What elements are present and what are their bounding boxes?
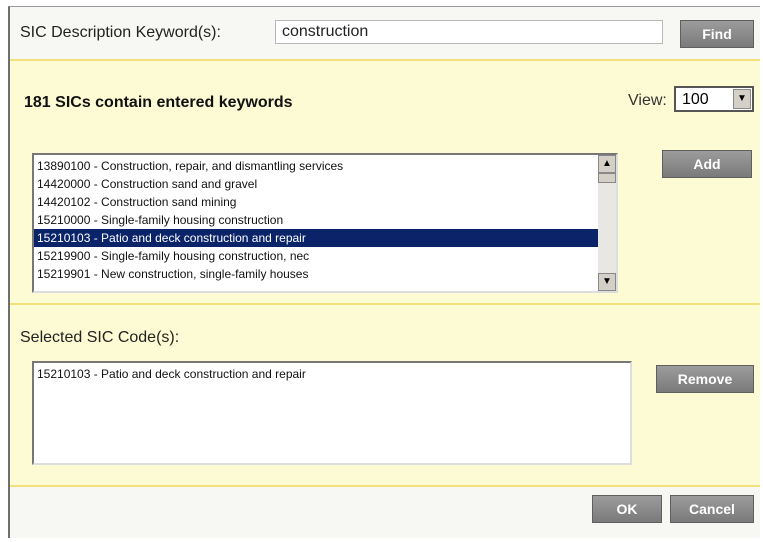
selected-codes-listbox[interactable]: 15210103 - Patio and deck construction a… bbox=[32, 361, 632, 465]
search-row: SIC Description Keyword(s): Find bbox=[10, 7, 760, 61]
list-item[interactable]: 15210103 - Patio and deck construction a… bbox=[34, 363, 630, 385]
selected-panel: Selected SIC Code(s): 15210103 - Patio a… bbox=[10, 305, 760, 487]
scroll-thumb[interactable] bbox=[598, 173, 616, 183]
list-item[interactable]: 15210000 - Single-family housing constru… bbox=[34, 211, 598, 229]
keyword-search-input[interactable] bbox=[275, 20, 663, 44]
dialog-footer: OK Cancel bbox=[10, 487, 760, 537]
scroll-up-icon[interactable]: ▲ bbox=[598, 155, 616, 173]
list-item[interactable]: 15219900 - Single-family housing constru… bbox=[34, 247, 598, 265]
view-count-value: 100 bbox=[682, 91, 709, 108]
remove-button[interactable]: Remove bbox=[656, 365, 754, 393]
cancel-button[interactable]: Cancel bbox=[670, 495, 754, 523]
ok-button[interactable]: OK bbox=[592, 495, 662, 523]
sic-search-dialog: SIC Description Keyword(s): Find 181 SIC… bbox=[8, 6, 760, 538]
sic-results-listbox[interactable]: 13890100 - Construction, repair, and dis… bbox=[32, 153, 618, 293]
list-scrollbar[interactable]: ▲ ▼ bbox=[598, 155, 616, 291]
selected-codes-label: Selected SIC Code(s): bbox=[20, 329, 180, 346]
view-count-select[interactable]: 100 ▼ bbox=[674, 86, 754, 112]
scroll-down-icon[interactable]: ▼ bbox=[598, 273, 616, 291]
list-item[interactable]: 15219901 - New construction, single-fami… bbox=[34, 265, 598, 283]
results-list: 13890100 - Construction, repair, and dis… bbox=[34, 157, 598, 283]
list-item[interactable]: 14420102 - Construction sand mining bbox=[34, 193, 598, 211]
results-panel: 181 SICs contain entered keywords View: … bbox=[10, 61, 760, 305]
search-label: SIC Description Keyword(s): bbox=[20, 24, 221, 41]
results-count-heading: 181 SICs contain entered keywords bbox=[24, 94, 293, 111]
list-item[interactable]: 13890100 - Construction, repair, and dis… bbox=[34, 157, 598, 175]
list-item[interactable]: 14420000 - Construction sand and gravel bbox=[34, 175, 598, 193]
view-label: View: bbox=[628, 92, 667, 109]
find-button[interactable]: Find bbox=[680, 20, 754, 48]
chevron-down-icon[interactable]: ▼ bbox=[733, 89, 751, 109]
add-button[interactable]: Add bbox=[662, 150, 752, 178]
list-item[interactable]: 15210103 - Patio and deck construction a… bbox=[34, 229, 598, 247]
